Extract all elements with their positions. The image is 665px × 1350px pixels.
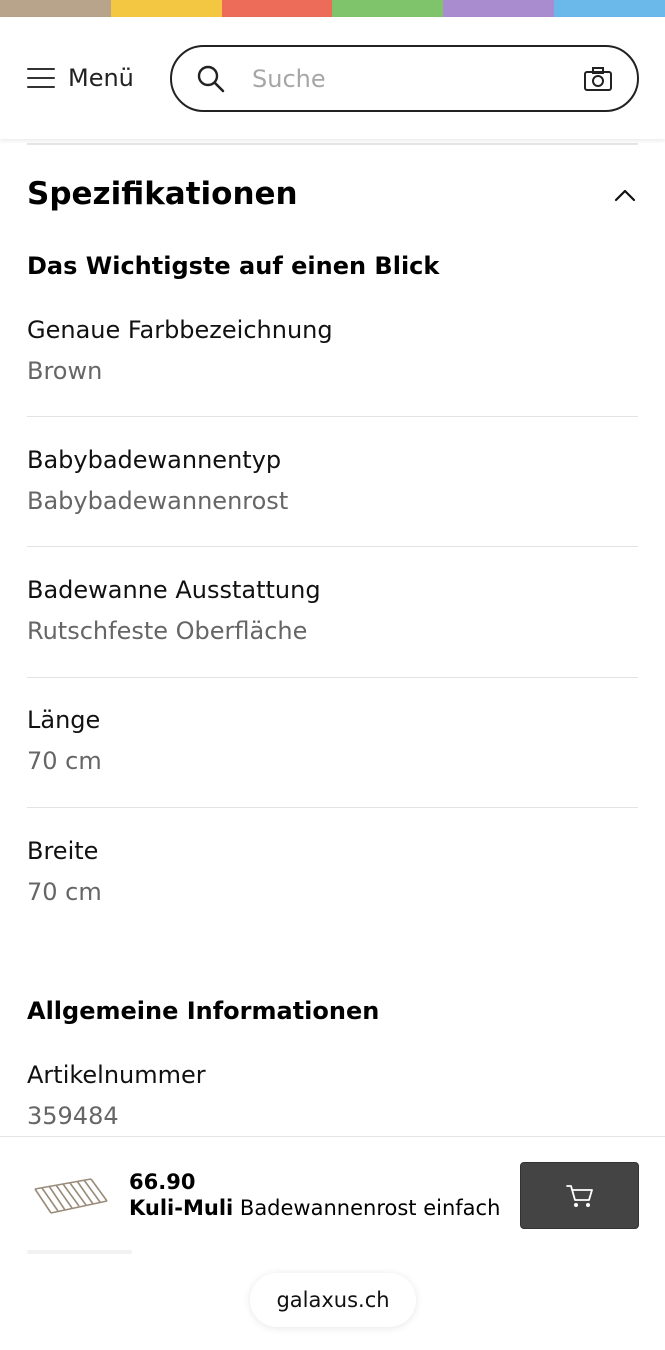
- search-input[interactable]: [252, 65, 572, 93]
- menu-button[interactable]: Menü: [27, 63, 134, 93]
- row-divider: [27, 546, 638, 547]
- product-price: 66.90: [129, 1170, 196, 1194]
- url-text: galaxus.ch: [276, 1288, 390, 1312]
- spec-name: Genaue Farbbezeichnung: [27, 316, 333, 344]
- spec-value: Rutschfeste Oberfläche: [27, 617, 308, 645]
- stripe-segment-6: [554, 0, 665, 17]
- spec-value: 70 cm: [27, 747, 102, 775]
- spec-value: Babybadewannenrost: [27, 487, 289, 515]
- spec-name: Badewanne Ausstattung: [27, 576, 321, 604]
- stripe-segment-4: [332, 0, 444, 17]
- spec-row-laenge: Länge 70 cm: [27, 706, 638, 808]
- spec-row-breite: Breite 70 cm: [27, 839, 638, 904]
- menu-label: Menü: [68, 64, 134, 92]
- product-name: Badewannenrost einfach: [239, 1196, 501, 1220]
- spec-name: Länge: [27, 706, 101, 734]
- row-divider: [27, 807, 638, 808]
- section-divider: [27, 143, 638, 145]
- spec-name: Babybadewannentyp: [27, 446, 282, 474]
- faded-text-placeholder: [27, 1250, 132, 1254]
- spec-name: Breite: [27, 837, 99, 865]
- spec-value: 359484: [27, 1102, 119, 1130]
- spec-row-artikelnummer: Artikelnummer 359484: [27, 1063, 638, 1128]
- browser-url-pill[interactable]: galaxus.ch: [250, 1273, 416, 1327]
- spec-row-farbe: Genaue Farbbezeichnung Brown: [27, 316, 638, 417]
- search-bar[interactable]: [170, 45, 639, 112]
- camera-icon[interactable]: [583, 66, 613, 92]
- stripe-segment-1: [0, 0, 111, 17]
- stripe-segment-2: [110, 0, 222, 17]
- top-header: Menü: [0, 17, 665, 139]
- spec-row-typ: Babybadewannentyp Babybadewannenrost: [27, 446, 638, 547]
- stripe-segment-3: [221, 0, 333, 17]
- group-title: Das Wichtigste auf einen Blick: [27, 252, 440, 280]
- spec-value: 70 cm: [27, 878, 102, 906]
- spec-name: Artikelnummer: [27, 1061, 206, 1089]
- product-brand: Kuli-Muli: [129, 1196, 234, 1220]
- spec-value: Brown: [27, 357, 103, 385]
- section-title: Spezifikationen: [27, 176, 298, 212]
- search-icon[interactable]: [196, 64, 226, 94]
- spec-row-ausstattung: Badewanne Ausstattung Rutschfeste Oberfl…: [27, 576, 638, 678]
- cart-icon: [566, 1185, 593, 1207]
- hamburger-icon: [27, 68, 55, 88]
- row-divider: [27, 677, 638, 678]
- group-title: Allgemeine Informationen: [27, 997, 380, 1025]
- row-divider: [27, 416, 638, 417]
- chevron-up-icon[interactable]: [612, 184, 638, 206]
- sticky-product-bar: 66.90 Kuli-Muli Badewannenrost einfach g…: [0, 1136, 665, 1350]
- add-to-cart-button[interactable]: [520, 1162, 639, 1229]
- product-thumbnail[interactable]: [31, 1171, 111, 1221]
- brand-color-stripe: [0, 0, 665, 17]
- product-title[interactable]: Kuli-Muli Badewannenrost einfach: [129, 1196, 500, 1220]
- stripe-segment-5: [443, 0, 555, 17]
